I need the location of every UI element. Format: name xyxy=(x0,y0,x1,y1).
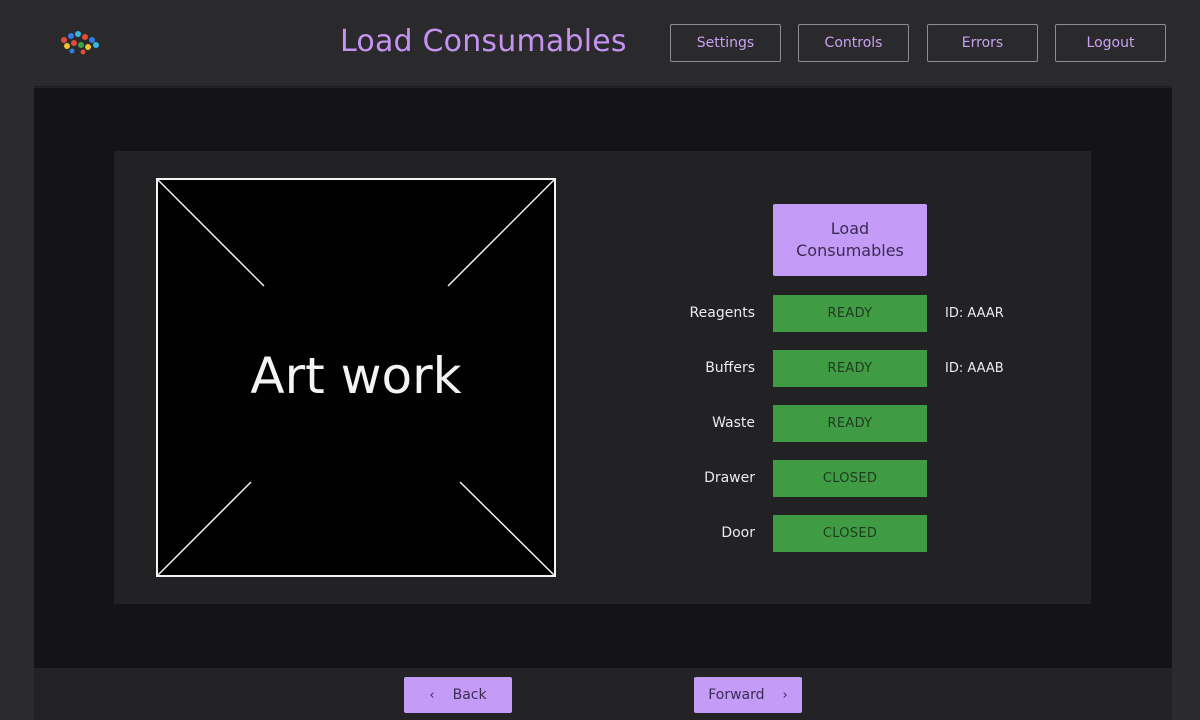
load-button-line1: Load xyxy=(830,219,870,238)
page-title: Load Consumables xyxy=(340,24,627,59)
buffers-status: READY xyxy=(773,350,927,387)
settings-button[interactable]: Settings xyxy=(670,24,781,62)
dots-logo-icon xyxy=(61,31,99,55)
waste-status: READY xyxy=(773,405,927,442)
logout-button[interactable]: Logout xyxy=(1055,24,1166,62)
buffers-label: Buffers xyxy=(705,360,755,376)
drawer-status: CLOSED xyxy=(773,460,927,497)
chevron-right-icon: › xyxy=(782,687,788,703)
controls-button[interactable]: Controls xyxy=(798,24,909,62)
artwork-placeholder: Art work xyxy=(156,178,556,577)
errors-button[interactable]: Errors xyxy=(927,24,1038,62)
door-label: Door xyxy=(721,525,755,541)
reagents-label: Reagents xyxy=(689,305,755,321)
chevron-left-icon: ‹ xyxy=(429,687,435,703)
load-button-line2: Consumables xyxy=(796,241,904,260)
reagents-status: READY xyxy=(773,295,927,332)
forward-label: Forward xyxy=(708,687,765,703)
artwork-label: Art work xyxy=(250,346,462,405)
load-consumables-button[interactable]: Load Consumables xyxy=(773,204,927,276)
door-status: CLOSED xyxy=(773,515,927,552)
waste-label: Waste xyxy=(712,415,755,431)
forward-button[interactable]: Forward › xyxy=(694,677,802,713)
reagents-id: ID: AAAR xyxy=(945,306,1004,321)
drawer-label: Drawer xyxy=(704,470,755,486)
back-label: Back xyxy=(452,687,487,703)
back-button[interactable]: ‹ Back xyxy=(404,677,512,713)
buffers-id: ID: AAAB xyxy=(945,361,1004,376)
